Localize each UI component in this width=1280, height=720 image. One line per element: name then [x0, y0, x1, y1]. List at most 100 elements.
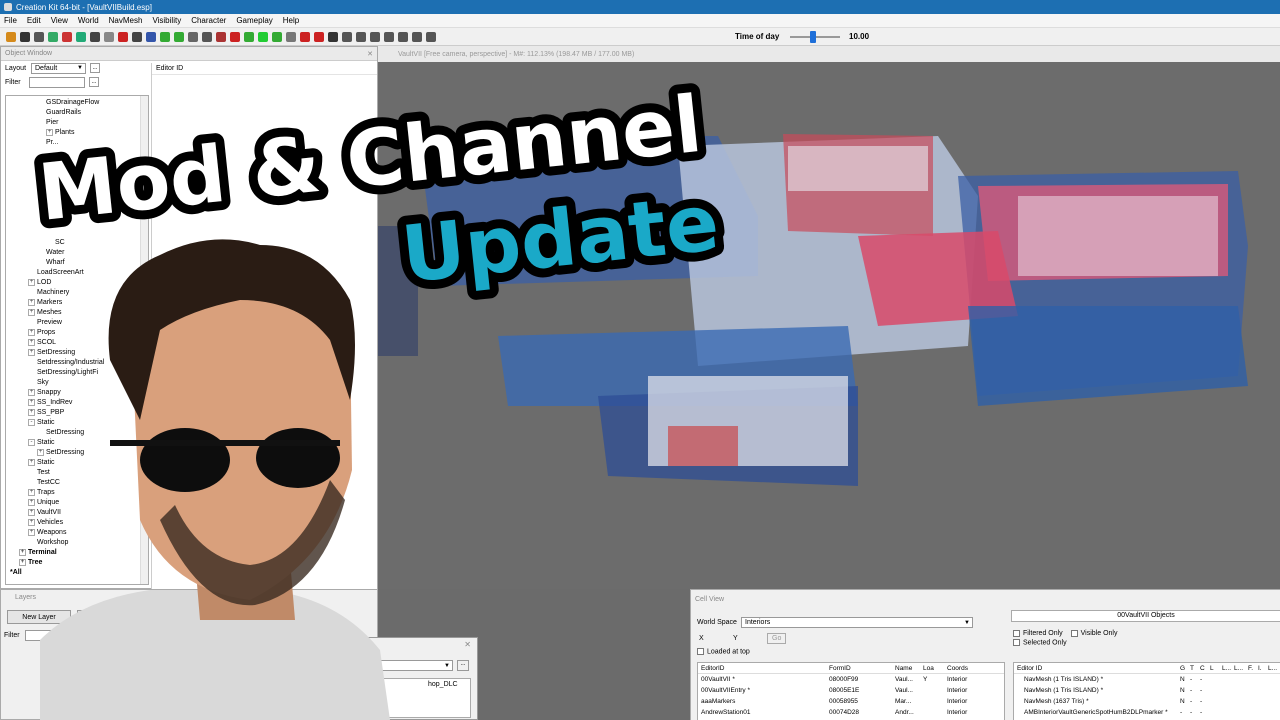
toolbar-icon-4[interactable] [62, 31, 72, 42]
table-row[interactable]: aaaMarkers 00058955 Mar... Interior [698, 696, 1004, 707]
toolbar-icon-7[interactable] [104, 31, 114, 42]
toolbar-icon-20[interactable] [286, 31, 296, 42]
expand-icon[interactable]: + [19, 548, 26, 556]
list-item[interactable]: NavMesh (1637 Tris) * N - - [1014, 696, 1280, 707]
layout-more-button[interactable]: ... [90, 63, 100, 73]
toolbar-icon-16[interactable] [230, 31, 240, 42]
tree-item[interactable]: + SetDressing [6, 447, 148, 457]
toolbar-icon-19[interactable] [272, 31, 282, 42]
visible-only-checkbox[interactable]: Visible Only [1070, 630, 1117, 637]
tree-item[interactable]: + Unique [6, 497, 148, 507]
toolbar-icon-27[interactable] [384, 31, 394, 42]
table-row[interactable]: 00VaultVIIEntry * 08005E1E Vaul... Interior [698, 685, 1004, 696]
toolbar-icon-1[interactable] [20, 31, 30, 42]
tree-item[interactable]: + Props [6, 327, 148, 337]
col-obj-l4[interactable]: L... [1268, 665, 1278, 672]
expand-icon[interactable]: + [28, 508, 35, 516]
toolbar-icon-12[interactable] [174, 31, 184, 42]
expand-icon[interactable]: + [28, 498, 35, 506]
loaded-at-top-checkbox[interactable]: Loaded at top [697, 648, 750, 655]
toolbar-icon-15[interactable] [216, 31, 226, 42]
menu-view[interactable]: View [51, 16, 68, 25]
toolbar-icon-25[interactable] [356, 31, 366, 42]
col-obj-l[interactable]: L [1210, 665, 1222, 672]
selected-only-checkbox[interactable]: Selected Only [1013, 639, 1280, 647]
expand-icon[interactable]: + [28, 328, 35, 336]
tree-item[interactable]: + VaultVII [6, 507, 148, 517]
toolbar-icon-10[interactable] [146, 31, 156, 42]
col-obj-l3[interactable]: L... [1234, 665, 1248, 672]
dialog-more-button[interactable]: ... [457, 660, 469, 671]
time-of-day-thumb[interactable] [809, 31, 816, 43]
tree-item[interactable]: - Static [6, 437, 148, 447]
col-obj-i[interactable]: I. [1258, 665, 1268, 672]
tree-item[interactable] [6, 187, 148, 197]
toolbar-icon-11[interactable] [160, 31, 170, 42]
col-name[interactable]: Name [892, 665, 920, 672]
expand-icon[interactable]: + [28, 518, 35, 526]
expand-icon[interactable]: + [28, 278, 35, 286]
tree-item[interactable]: GSDrainageFlow [6, 97, 148, 107]
layout-select[interactable]: Default ▼ [31, 62, 86, 74]
tree-item[interactable]: + Plants [6, 127, 148, 137]
tree-item[interactable]: Test [6, 467, 148, 477]
col-loaded[interactable]: Loa [920, 665, 944, 672]
tree-item[interactable]: TestCC [6, 477, 148, 487]
col-obj-f[interactable]: F. [1248, 665, 1258, 672]
tree-item[interactable]: Sky [6, 377, 148, 387]
tree-item[interactable]: *All [6, 567, 148, 577]
tree-item[interactable] [6, 177, 148, 187]
tree-item[interactable]: GuardRails [6, 107, 148, 117]
go-button[interactable]: Go [767, 633, 787, 644]
tree-scrollbar[interactable] [140, 96, 148, 584]
tree-item[interactable]: + Snappy [6, 387, 148, 397]
world-space-select[interactable]: Interiors ▼ [741, 617, 973, 628]
tree-item[interactable]: + Vehicles [6, 517, 148, 527]
tree-item[interactable]: + Traps [6, 487, 148, 497]
menu-file[interactable]: File [4, 16, 17, 25]
tree-item[interactable] [6, 207, 148, 217]
expand-icon[interactable]: + [28, 528, 35, 536]
collapse-icon[interactable]: - [28, 438, 35, 446]
editor-id-column-header[interactable]: Editor ID [152, 63, 377, 75]
tree-item[interactable]: Water [6, 247, 148, 257]
toolbar-icon-5[interactable] [76, 31, 86, 42]
expand-icon[interactable]: + [37, 448, 44, 456]
expand-icon[interactable]: + [28, 488, 35, 496]
list-item[interactable]: NavMesh (1 Tris ISLAND) * N - - [1014, 674, 1280, 685]
expand-icon[interactable]: + [28, 298, 35, 306]
filtered-only-checkbox[interactable]: Filtered Only [1013, 630, 1063, 637]
toolbar-icon-3[interactable] [48, 31, 58, 42]
col-obj-c[interactable]: C [1200, 665, 1210, 672]
tree-item[interactable]: LoadScreenArt [6, 267, 148, 277]
toolbar-icon-2[interactable] [34, 31, 44, 42]
dialog-select[interactable]: ▼ [267, 660, 453, 671]
tree-item[interactable]: SC [6, 237, 148, 247]
col-editorid[interactable]: EditorID [698, 665, 826, 672]
filter-input[interactable] [29, 76, 85, 88]
tree-item[interactable]: SetDressing [6, 427, 148, 437]
tree-item[interactable]: + SS_IndRev [6, 397, 148, 407]
expand-icon[interactable]: + [28, 308, 35, 316]
toolbar-icon-21[interactable] [300, 31, 310, 42]
expand-icon[interactable]: + [19, 558, 26, 566]
col-obj-g[interactable]: G [1180, 665, 1190, 672]
tree-item[interactable]: + Meshes [6, 307, 148, 317]
tree-item[interactable] [6, 167, 148, 177]
tree-item[interactable] [6, 217, 148, 227]
toolbar-icon-13[interactable] [188, 31, 198, 42]
tree-item[interactable]: SetDressing/LightFi [6, 367, 148, 377]
tree-item[interactable]: + Static [6, 457, 148, 467]
tree-item[interactable] [6, 197, 148, 207]
menu-gameplay[interactable]: Gameplay [236, 16, 272, 25]
toolbar-icon-17[interactable] [244, 31, 254, 42]
dialog-list-item[interactable]: hop_DLC [428, 681, 458, 688]
tree-item[interactable]: Preview [6, 317, 148, 327]
expand-icon[interactable]: + [46, 128, 53, 136]
menu-help[interactable]: Help [283, 16, 299, 25]
list-item[interactable]: AMBInteriorVaultGenericSpotHumB2DLPmarke… [1014, 707, 1280, 718]
expand-icon[interactable]: + [28, 338, 35, 346]
render-viewport[interactable]: VaultVII [Free camera, perspective] - M#… [378, 46, 1280, 589]
tree-item[interactable]: Setdressing/Industrial [6, 357, 148, 367]
toolbar-icon-9[interactable] [132, 31, 142, 42]
